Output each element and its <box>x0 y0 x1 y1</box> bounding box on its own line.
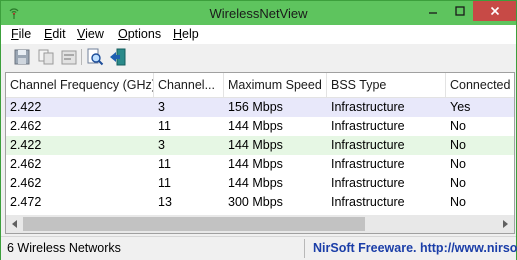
minimize-icon <box>429 12 437 14</box>
close-icon <box>490 6 499 16</box>
cell-speed: 144 Mbps <box>228 176 283 190</box>
title-bar[interactable]: WirelessNetView <box>1 1 516 25</box>
cell-channel: 3 <box>158 100 165 114</box>
column-connected[interactable]: Connected <box>446 73 514 97</box>
cell-channel: 3 <box>158 138 165 152</box>
list-header: Channel Frequency (GHz) Channel... Maxim… <box>6 73 514 98</box>
menu-file[interactable]: File <box>10 27 32 41</box>
network-count: 6 Wireless Networks <box>7 241 121 255</box>
cell-channel: 11 <box>158 176 171 190</box>
toolbar-separator <box>81 49 82 65</box>
chevron-left-icon <box>12 220 17 228</box>
cell-connected: No <box>450 138 466 152</box>
menu-help-accel: H <box>173 27 183 41</box>
app-window: WirelessNetView File Edit View Options H… <box>0 0 517 260</box>
cell-connected: Yes <box>450 100 471 114</box>
toolbar <box>1 44 516 70</box>
cell-speed: 156 Mbps <box>228 100 283 114</box>
menu-options-accel: O <box>118 27 128 41</box>
cell-speed: 144 Mbps <box>228 119 283 133</box>
menu-edit-label: dit <box>52 27 66 41</box>
cell-frequency: 2.462 <box>10 119 42 133</box>
nirsoft-link[interactable]: NirSoft Freeware. http://www.nirsof <box>313 241 517 255</box>
chevron-right-icon <box>503 220 508 228</box>
column-channel[interactable]: Channel... <box>154 73 224 97</box>
column-maximum-speed[interactable]: Maximum Speed <box>224 73 327 97</box>
cell-bss-type: Infrastructure <box>331 157 405 171</box>
cell-bss-type: Infrastructure <box>331 138 405 152</box>
close-button[interactable] <box>473 1 516 21</box>
cell-frequency: 2.422 <box>10 100 42 114</box>
cell-connected: No <box>450 176 466 190</box>
maximize-icon <box>455 6 465 16</box>
cell-bss-type: Infrastructure <box>331 100 405 114</box>
properties-icon[interactable] <box>60 48 78 66</box>
scroll-left-button[interactable] <box>6 215 23 233</box>
table-row[interactable]: 2.462 11 144 Mbps Infrastructure No <box>6 174 514 193</box>
menu-options[interactable]: Options <box>117 27 162 41</box>
horizontal-scrollbar[interactable] <box>6 215 514 233</box>
table-row[interactable]: 2.422 3 144 Mbps Infrastructure No <box>6 136 514 155</box>
table-row[interactable]: 2.462 11 144 Mbps Infrastructure No <box>6 155 514 174</box>
save-icon[interactable] <box>13 48 31 66</box>
menu-bar: File Edit View Options Help <box>1 25 516 44</box>
cell-frequency: 2.462 <box>10 157 42 171</box>
menu-view[interactable]: View <box>76 27 105 41</box>
cell-frequency: 2.422 <box>10 138 42 152</box>
table-row[interactable]: 2.462 11 144 Mbps Infrastructure No <box>6 117 514 136</box>
table-row[interactable]: 2.422 3 156 Mbps Infrastructure Yes <box>6 98 514 117</box>
networks-list[interactable]: Channel Frequency (GHz) Channel... Maxim… <box>5 72 515 234</box>
cell-channel: 13 <box>158 195 172 209</box>
cell-bss-type: Infrastructure <box>331 119 405 133</box>
menu-help[interactable]: Help <box>172 27 200 41</box>
exit-icon[interactable] <box>109 48 127 66</box>
column-channel-frequency[interactable]: Channel Frequency (GHz) <box>6 73 154 97</box>
cell-bss-type: Infrastructure <box>331 176 405 190</box>
status-divider <box>304 239 305 258</box>
cell-bss-type: Infrastructure <box>331 195 405 209</box>
menu-view-label: iew <box>85 27 104 41</box>
cell-frequency: 2.462 <box>10 176 42 190</box>
cell-speed: 144 Mbps <box>228 157 283 171</box>
menu-help-label: elp <box>182 27 199 41</box>
cell-connected: No <box>450 157 466 171</box>
column-bss-type[interactable]: BSS Type <box>327 73 446 97</box>
cell-connected: No <box>450 119 466 133</box>
status-bar: 6 Wireless Networks NirSoft Freeware. ht… <box>1 236 517 260</box>
menu-file-label: ile <box>18 27 32 41</box>
cell-channel: 11 <box>158 119 171 133</box>
maximize-button[interactable] <box>447 1 473 21</box>
menu-edit[interactable]: Edit <box>43 27 67 41</box>
scrollbar-thumb[interactable] <box>23 217 365 231</box>
cell-speed: 144 Mbps <box>228 138 283 152</box>
menu-view-accel: V <box>77 27 86 41</box>
cell-connected: No <box>450 195 466 209</box>
cell-frequency: 2.472 <box>10 195 42 209</box>
cell-speed: 300 Mbps <box>228 195 283 209</box>
scroll-right-button[interactable] <box>497 215 514 233</box>
minimize-button[interactable] <box>419 1 447 21</box>
menu-file-accel: F <box>11 27 19 41</box>
cell-channel: 11 <box>158 157 171 171</box>
menu-options-label: ptions <box>127 27 162 41</box>
find-icon[interactable] <box>86 48 104 66</box>
copy-icon[interactable] <box>37 48 55 66</box>
table-row[interactable]: 2.472 13 300 Mbps Infrastructure No <box>6 193 514 212</box>
